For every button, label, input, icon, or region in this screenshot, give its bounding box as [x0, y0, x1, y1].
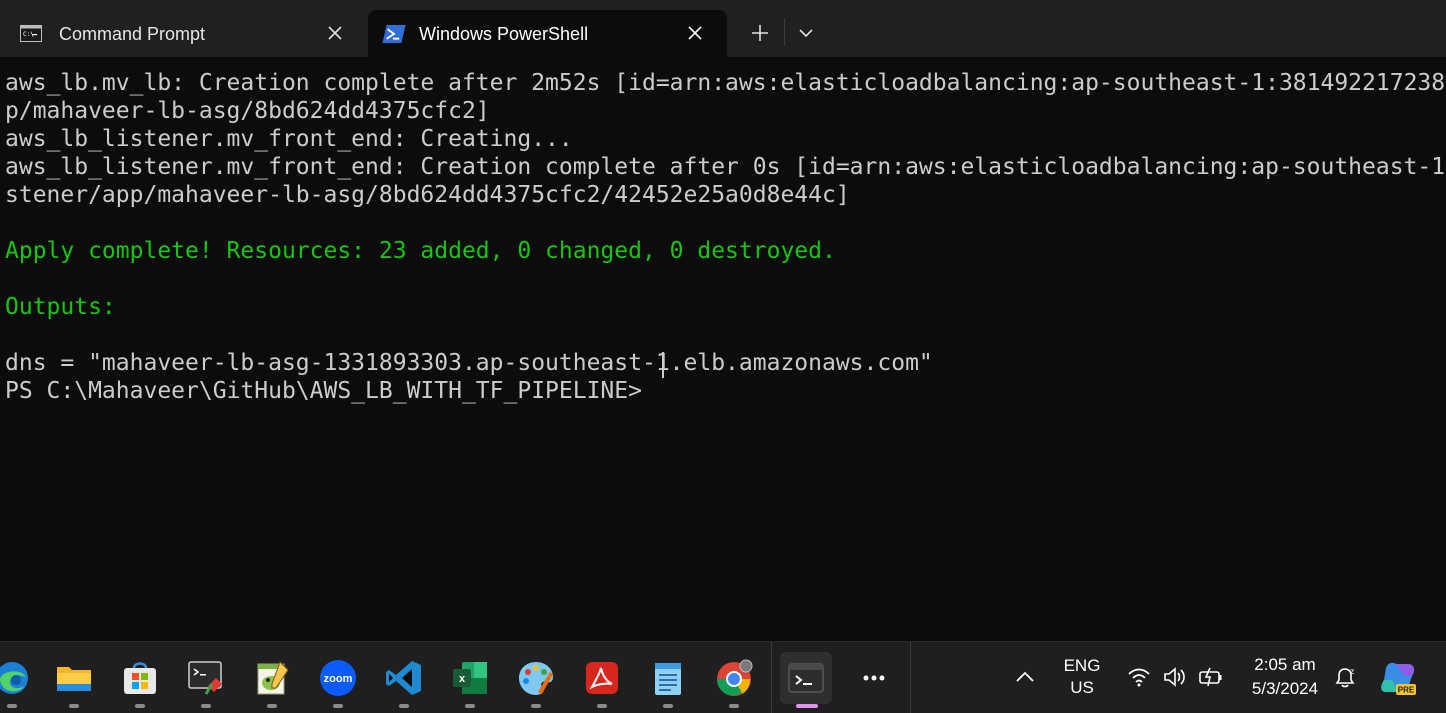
- running-indicator: [201, 704, 211, 708]
- outputs-heading: Outputs:: [5, 294, 116, 320]
- microsoft-store-app[interactable]: [114, 652, 166, 708]
- clock-time: 2:05 am: [1254, 655, 1316, 674]
- microsoft-store-icon: [124, 662, 156, 694]
- svg-text:PRE: PRE: [1398, 686, 1415, 695]
- running-indicator: [597, 704, 607, 708]
- clock[interactable]: 2:05 am 5/3/2024: [1242, 655, 1328, 699]
- clock-date: 5/3/2024: [1251, 679, 1319, 698]
- tab-dropdown-button[interactable]: [789, 14, 823, 52]
- acrobat-app[interactable]: [576, 652, 628, 708]
- tab-windows-powershell[interactable]: Windows PowerShell: [368, 10, 727, 57]
- running-indicator: [796, 704, 818, 708]
- running-indicator: [729, 704, 739, 708]
- paint-icon: [519, 662, 553, 695]
- more-icon: [863, 675, 885, 681]
- svg-text:zoom: zoom: [324, 673, 353, 685]
- divider: [784, 18, 785, 46]
- chevron-up-icon[interactable]: [1012, 664, 1038, 690]
- running-indicator: [333, 704, 343, 708]
- region-label: US: [1070, 678, 1094, 697]
- vscode-app[interactable]: [378, 652, 430, 708]
- edge-app[interactable]: [0, 652, 38, 708]
- powershell-icon: [382, 25, 406, 43]
- terminal-icon: [788, 663, 824, 693]
- vscode-icon: [386, 661, 421, 695]
- running-indicator: [69, 704, 79, 708]
- cmd-icon: C:\: [20, 25, 42, 42]
- zoom-icon: zoom: [320, 660, 356, 696]
- tab-title: Windows PowerShell: [419, 24, 589, 44]
- running-indicator: [7, 704, 17, 708]
- shell-prompt[interactable]: PS C:\Mahaveer\GitHub\AWS_LB_WITH_TF_PIP…: [5, 377, 642, 405]
- snipping-tool-app[interactable]: [180, 652, 232, 708]
- notification-do-not-disturb-icon[interactable]: z: [1332, 664, 1358, 690]
- battery-charging-icon[interactable]: [1198, 664, 1224, 690]
- notepad-app[interactable]: [642, 652, 694, 708]
- text-cursor: [662, 352, 664, 378]
- notepad-plus-plus-app[interactable]: [246, 652, 298, 708]
- divider: [771, 642, 772, 713]
- chrome-app[interactable]: [708, 652, 760, 708]
- terminal-line: aws_lb_listener.mv_front_end: Creating..…: [5, 126, 573, 152]
- wifi-icon[interactable]: [1126, 664, 1152, 690]
- dns-output: dns = "mahaveer-lb-asg-1331893303.ap-sou…: [5, 350, 933, 376]
- plus-icon: [752, 25, 768, 41]
- new-tab-button[interactable]: [741, 14, 779, 52]
- language-label: ENG: [1063, 656, 1101, 675]
- chevron-down-icon: [799, 29, 813, 38]
- chrome-icon: [717, 659, 753, 696]
- file-explorer-app[interactable]: [48, 652, 100, 708]
- tab-command-prompt[interactable]: C:\ Command Prompt: [0, 10, 366, 57]
- terminal-line: aws_lb.mv_lb: Creation complete after 2m…: [5, 70, 1446, 96]
- running-indicator: [663, 704, 673, 708]
- running-indicator: [267, 704, 277, 708]
- edge-icon: [0, 662, 28, 694]
- divider: [910, 642, 911, 713]
- svg-text:z: z: [1350, 667, 1354, 676]
- close-icon[interactable]: [686, 24, 704, 42]
- taskbar: zoom x ENG US 2:05 am 5/3/2024 z PRE: [0, 641, 1446, 713]
- terminal-line: stener/app/mahaveer-lb-asg/8bd624dd4375c…: [5, 182, 850, 208]
- file-explorer-icon: [57, 667, 91, 691]
- notepad-plus-plus-icon: [257, 661, 289, 695]
- excel-app[interactable]: x: [444, 652, 496, 708]
- apply-complete-message: Apply complete! Resources: 23 added, 0 c…: [5, 238, 836, 264]
- terminal-output[interactable]: aws_lb.mv_lb: Creation complete after 2m…: [0, 57, 1446, 641]
- terminal-line: aws_lb_listener.mv_front_end: Creation c…: [5, 154, 1446, 180]
- tab-bar: C:\ Command Prompt Windows PowerShell: [0, 0, 1446, 57]
- language-indicator[interactable]: ENG US: [1058, 656, 1106, 698]
- running-indicator: [531, 704, 541, 708]
- notepad-icon: [655, 663, 681, 695]
- snipping-tool-icon: [188, 661, 222, 695]
- copilot-app[interactable]: PRE: [1372, 652, 1424, 704]
- running-indicator: [399, 704, 409, 708]
- excel-icon: x: [453, 662, 487, 694]
- svg-text:x: x: [459, 673, 466, 685]
- running-indicator: [465, 704, 475, 708]
- running-indicator: [135, 704, 145, 708]
- more-apps-button[interactable]: [848, 652, 900, 704]
- acrobat-icon: [586, 662, 618, 694]
- terminal-app[interactable]: [780, 652, 832, 708]
- copilot-icon: PRE: [1381, 662, 1416, 695]
- tab-title: Command Prompt: [59, 24, 206, 44]
- close-icon[interactable]: [326, 24, 344, 42]
- terminal-line: p/mahaveer-lb-asg/8bd624dd4375cfc2]: [5, 98, 490, 124]
- paint-app[interactable]: [510, 652, 562, 708]
- volume-icon[interactable]: [1162, 664, 1188, 690]
- zoom-app[interactable]: zoom: [312, 652, 364, 708]
